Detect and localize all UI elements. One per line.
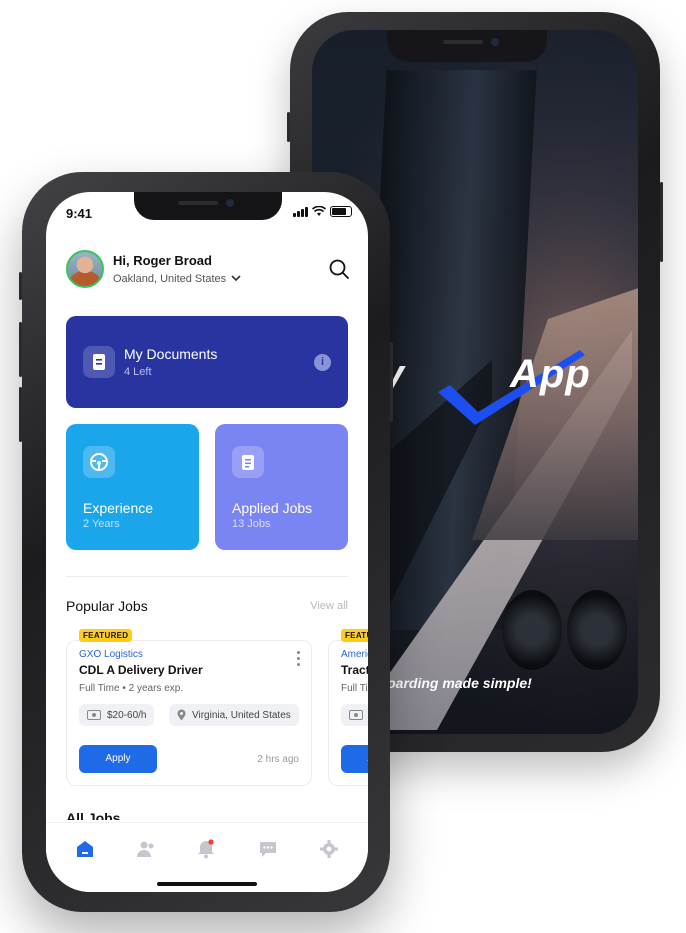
clipboard-icon bbox=[232, 446, 264, 478]
user-greeting: Hi, Roger Broad bbox=[113, 253, 212, 268]
featured-badge: FEATURED bbox=[341, 629, 368, 642]
apply-button[interactable]: Apply bbox=[341, 745, 368, 773]
profile-header[interactable]: Hi, Roger Broad Oakland, United States bbox=[66, 250, 241, 288]
my-documents-card[interactable]: My Documents 4 Left i bbox=[66, 316, 348, 408]
wifi-icon bbox=[312, 206, 326, 216]
notch bbox=[134, 192, 282, 220]
location-pin-icon bbox=[177, 709, 186, 721]
applied-jobs-card[interactable]: Applied Jobs 13 Jobs bbox=[215, 424, 348, 550]
bell-icon[interactable] bbox=[196, 839, 216, 859]
location-label: Oakland, United States bbox=[113, 273, 227, 285]
bottom-tab-bar bbox=[46, 822, 368, 892]
info-icon[interactable]: i bbox=[314, 354, 331, 371]
divider bbox=[66, 576, 348, 577]
home-phone: 9:41 Hi, Roger Broad Oakland, United Sta… bbox=[19, 172, 393, 912]
money-icon bbox=[87, 710, 101, 720]
chevron-down-icon bbox=[231, 275, 241, 282]
applied-jobs-title: Applied Jobs bbox=[232, 500, 313, 516]
applied-jobs-value: 13 Jobs bbox=[232, 518, 271, 530]
home-indicator bbox=[157, 882, 257, 886]
job-company[interactable]: GXO Logistics bbox=[79, 649, 143, 660]
pay-chip bbox=[341, 704, 368, 726]
location-selector[interactable]: Oakland, United States bbox=[113, 273, 241, 285]
steering-wheel-icon bbox=[83, 446, 115, 478]
search-icon[interactable] bbox=[328, 258, 350, 280]
more-options-icon[interactable] bbox=[297, 651, 301, 669]
notch bbox=[387, 30, 547, 62]
home-screen: 9:41 Hi, Roger Broad Oakland, United Sta… bbox=[46, 192, 368, 892]
section-heading-peek: All Jobs bbox=[66, 810, 121, 820]
apply-button[interactable]: Apply bbox=[79, 745, 157, 773]
job-title: CDL A Delivery Driver bbox=[79, 663, 203, 677]
experience-title: Experience bbox=[83, 500, 154, 516]
documents-count: 4 Left bbox=[124, 366, 152, 378]
documents-title: My Documents bbox=[124, 346, 218, 362]
battery-icon bbox=[330, 206, 352, 217]
truck-wheel bbox=[502, 590, 562, 670]
truck-wheel bbox=[567, 590, 627, 670]
job-posted-time: 2 hrs ago bbox=[257, 754, 299, 765]
job-card[interactable]: FEATURED Americ Tract Full Ti Apply bbox=[328, 629, 368, 786]
signal-icon bbox=[293, 206, 308, 217]
home-icon[interactable] bbox=[75, 839, 95, 859]
job-title: Tract bbox=[341, 663, 368, 677]
job-meta: Full Ti bbox=[341, 683, 368, 694]
gear-icon[interactable] bbox=[319, 839, 339, 859]
job-company[interactable]: Americ bbox=[341, 649, 368, 660]
featured-badge: FEATURED bbox=[79, 629, 133, 642]
view-all-link[interactable]: View all bbox=[310, 600, 348, 612]
job-pay: $20-60/h bbox=[107, 709, 147, 721]
mute-switch bbox=[19, 272, 22, 300]
popular-jobs-heading: Popular Jobs bbox=[66, 598, 148, 614]
mute-switch bbox=[287, 112, 290, 142]
money-icon bbox=[349, 710, 363, 720]
avatar[interactable] bbox=[66, 250, 104, 288]
location-chip: Virginia, United States bbox=[169, 704, 299, 726]
chat-icon[interactable] bbox=[258, 839, 278, 859]
users-icon[interactable] bbox=[136, 839, 156, 859]
volume-down-button bbox=[19, 387, 22, 442]
status-time: 9:41 bbox=[66, 206, 93, 221]
volume-up-button bbox=[19, 322, 22, 377]
pay-chip: $20-60/h bbox=[79, 704, 155, 726]
job-card[interactable]: FEATURED GXO Logistics CDL A Delivery Dr… bbox=[66, 629, 312, 786]
experience-value: 2 Years bbox=[83, 518, 120, 530]
job-location: Virginia, United States bbox=[192, 709, 291, 721]
job-meta: Full Time • 2 years exp. bbox=[79, 683, 184, 694]
experience-card[interactable]: Experience 2 Years bbox=[66, 424, 199, 550]
brand-wordmark-right: App bbox=[510, 352, 591, 396]
splash-tagline: nboarding made simple! bbox=[370, 675, 532, 691]
status-icons bbox=[293, 206, 352, 217]
power-button bbox=[390, 342, 393, 422]
document-icon bbox=[83, 346, 115, 378]
power-button bbox=[660, 182, 663, 262]
